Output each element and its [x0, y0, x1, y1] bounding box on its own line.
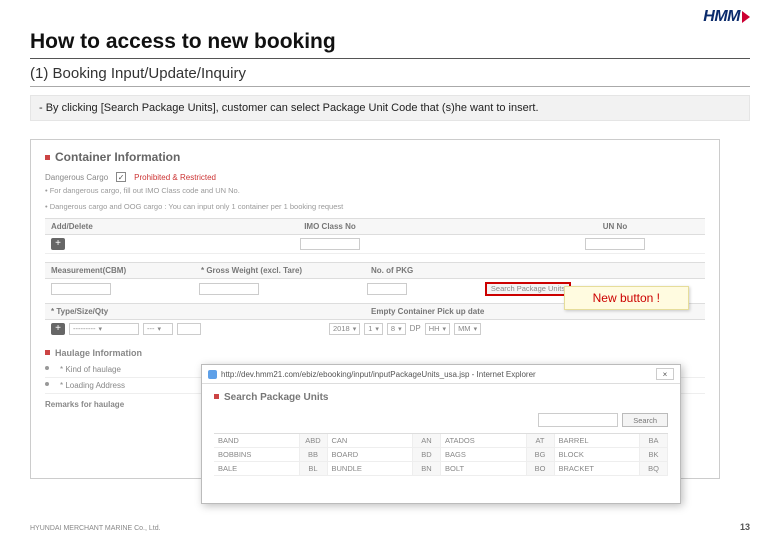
search-package-units-button[interactable]: Search Package Units [485, 282, 571, 296]
pkg-name[interactable]: BAND [214, 434, 300, 448]
popup-heading: Search Package Units [214, 392, 668, 403]
pkg-name[interactable]: BARREL [555, 434, 641, 448]
pkg-code: BL [300, 462, 328, 476]
col-imo: IMO Class No [135, 218, 525, 234]
col-pkg: No. of PKG [365, 263, 485, 278]
pkg-code: BN [413, 462, 441, 476]
pkg-code: ABD [300, 434, 328, 448]
pkg-name[interactable]: ATADOS [441, 434, 527, 448]
pkg-name[interactable]: BOBBINS [214, 448, 300, 462]
pkg-code: BA [640, 434, 668, 448]
minute-select[interactable]: MM [454, 323, 481, 335]
pkg-count-input[interactable] [367, 283, 407, 295]
hint-text-1: • For dangerous cargo, fill out IMO Clas… [45, 186, 705, 196]
pkg-code: AN [413, 434, 441, 448]
add-type-button[interactable]: + [51, 323, 65, 335]
title-divider [30, 58, 750, 59]
bullet-icon [45, 155, 50, 160]
pkg-name[interactable]: BALE [214, 462, 300, 476]
dp-label: DP [410, 324, 421, 333]
bullet-icon [45, 382, 49, 386]
brand-logo-arrow-icon [742, 11, 750, 23]
un-input[interactable] [585, 238, 645, 250]
pkg-code: BG [527, 448, 555, 462]
month-select[interactable]: 1 [364, 323, 383, 335]
popup-close-button[interactable]: × [656, 368, 674, 380]
pkg-code: BQ [640, 462, 668, 476]
page-subtitle: (1) Booking Input/Update/Inquiry [30, 65, 750, 82]
kind-haulage-label: * Kind of haulage [60, 365, 121, 374]
qty-input[interactable] [177, 323, 201, 335]
search-package-units-popup: http://dev.hmm21.com/ebiz/ebooking/input… [201, 364, 681, 504]
col-gross: * Gross Weight (excl. Tare) [195, 263, 365, 278]
loading-address-label: * Loading Address [60, 381, 125, 390]
hint-text-2: • Dangerous cargo and OOG cargo : You ca… [45, 202, 705, 212]
bullet-icon [45, 366, 49, 370]
day-select[interactable]: 8 [387, 323, 406, 335]
dangerous-cargo-label: Dangerous Cargo [45, 173, 108, 182]
prohibited-link[interactable]: Prohibited & Restricted [134, 173, 216, 182]
pkg-name[interactable]: BOLT [441, 462, 527, 476]
year-select[interactable]: 2018 [329, 323, 360, 335]
pkg-code: BD [413, 448, 441, 462]
measurement-input[interactable] [51, 283, 111, 295]
pkg-name[interactable]: BAGS [441, 448, 527, 462]
pkg-code: BK [640, 448, 668, 462]
container-info-heading: Container Information [45, 150, 705, 164]
col-type: * Type/Size/Qty [45, 304, 365, 319]
pkg-name[interactable]: CAN [328, 434, 414, 448]
pkg-name[interactable]: BUNDLE [328, 462, 414, 476]
brand-logo: HMM [703, 8, 750, 26]
bullet-icon [214, 394, 219, 399]
pkg-name[interactable]: BOARD [328, 448, 414, 462]
embedded-screenshot: Container Information Dangerous Cargo ✓ … [30, 139, 720, 479]
popup-url: http://dev.hmm21.com/ebiz/ebooking/input… [221, 370, 536, 379]
dangerous-cargo-checkbox[interactable]: ✓ [116, 172, 126, 182]
gross-weight-input[interactable] [199, 283, 259, 295]
package-search-input[interactable] [538, 413, 618, 427]
pkg-code: BB [300, 448, 328, 462]
add-row-button[interactable]: + [51, 238, 65, 250]
pkg-code: AT [527, 434, 555, 448]
pkg-name[interactable]: BLOCK [555, 448, 641, 462]
subtitle-divider [30, 86, 750, 87]
size-select[interactable]: --- [143, 323, 173, 335]
ie-icon [208, 370, 217, 379]
bullet-icon [45, 350, 50, 355]
col-measurement: Measurement(CBM) [45, 263, 195, 278]
new-button-callout: New button ! [564, 286, 689, 310]
col-un: UN No [525, 218, 705, 234]
imo-input[interactable] [300, 238, 360, 250]
haulage-heading: Haulage Information [45, 348, 705, 358]
package-units-grid: BANDABD CANAN ATADOSAT BARRELBA BOBBINSB… [214, 433, 668, 476]
page-number: 13 [740, 522, 750, 532]
brand-logo-text: HMM [703, 8, 740, 26]
imo-table: Add/Delete IMO Class No UN No + [45, 218, 705, 254]
instruction-note: - By clicking [Search Package Units], cu… [30, 95, 750, 121]
footer-copyright: HYUNDAI MERCHANT MARINE Co., Ltd. [30, 525, 161, 532]
table-row: + [45, 234, 705, 253]
col-add-delete: Add/Delete [45, 218, 135, 234]
hour-select[interactable]: HH [425, 323, 450, 335]
pkg-code: BO [527, 462, 555, 476]
pkg-name[interactable]: BRACKET [555, 462, 641, 476]
page-title: How to access to new booking [30, 30, 750, 54]
type-select[interactable]: --------- [69, 323, 139, 335]
package-search-button[interactable]: Search [622, 413, 668, 427]
